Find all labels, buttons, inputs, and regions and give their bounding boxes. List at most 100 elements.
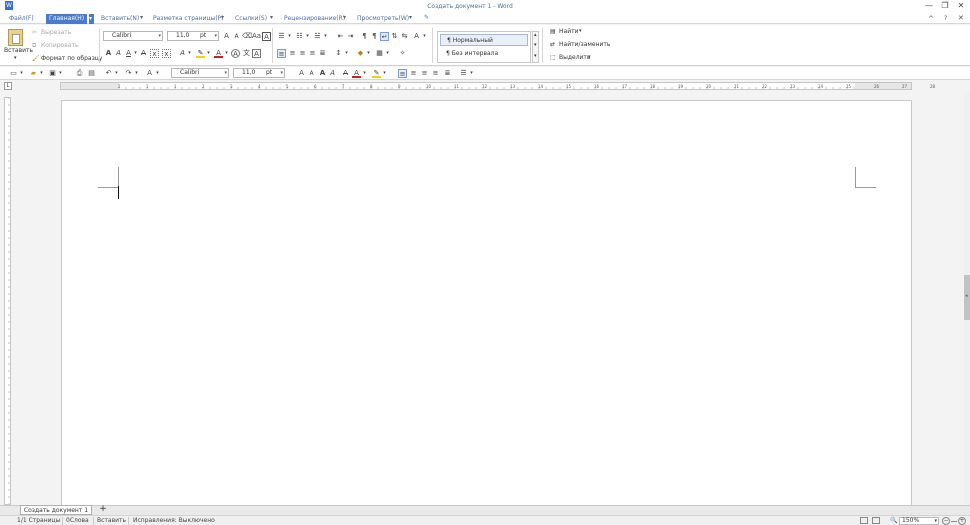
qat-justify-icon[interactable]: ≡ bbox=[431, 69, 440, 78]
qat-distributed-icon[interactable]: ≣ bbox=[443, 69, 452, 78]
format-painter-icon[interactable]: 🖌 bbox=[32, 55, 40, 62]
qat-align-left-icon[interactable]: ≡ bbox=[398, 69, 407, 78]
font-size-dropdown-icon[interactable]: ▾ bbox=[214, 32, 217, 40]
status-pages[interactable]: 1/1 Страницы bbox=[17, 517, 60, 525]
copy-button[interactable]: Копировать bbox=[41, 42, 78, 49]
zoom-dropdown-icon[interactable]: ▾ bbox=[934, 518, 937, 524]
replace-icon[interactable]: ⇄ bbox=[550, 41, 555, 48]
select-icon[interactable]: ⬚ bbox=[550, 54, 556, 61]
highlight-dropdown-icon[interactable]: ▾ bbox=[204, 49, 213, 58]
line-spacing-dropdown-icon[interactable]: ▾ bbox=[342, 49, 351, 58]
qat-font-color-dropdown-icon[interactable]: ▾ bbox=[360, 69, 369, 78]
font-size-combo[interactable]: 11,0 pt ▾ bbox=[167, 31, 219, 41]
style-normal[interactable]: ¶ Нормальный bbox=[440, 34, 528, 46]
show-marks-icon[interactable]: ↵ bbox=[380, 32, 389, 41]
styles-up-icon[interactable]: ▴ bbox=[534, 32, 537, 38]
help-icon[interactable]: ? bbox=[944, 15, 947, 22]
open-dropdown-icon[interactable]: ▾ bbox=[37, 69, 46, 78]
distributed-icon[interactable]: ≣ bbox=[318, 49, 327, 58]
font-color-dropdown-icon[interactable]: ▾ bbox=[222, 49, 231, 58]
close-button[interactable]: ✕ bbox=[954, 1, 968, 11]
change-case-icon[interactable]: Aa bbox=[252, 32, 261, 41]
sort-icon[interactable]: ⇅ bbox=[390, 32, 399, 41]
print-preview-icon[interactable]: ▤ bbox=[87, 69, 96, 78]
align-right-icon[interactable]: ≡ bbox=[298, 49, 307, 58]
status-track-changes[interactable]: Исправления: Выключено bbox=[133, 517, 215, 525]
menu-page-layout[interactable]: Разметка страницы(P) bbox=[153, 14, 224, 24]
phonetic-icon[interactable]: 文 bbox=[242, 49, 251, 58]
clear-format-icon[interactable]: ⌫ bbox=[242, 32, 252, 41]
menu-review[interactable]: Рецензирование(R) bbox=[284, 14, 345, 24]
multilevel-dropdown-icon[interactable]: ▾ bbox=[321, 32, 330, 41]
zoom-slider[interactable] bbox=[951, 521, 957, 522]
find-button[interactable]: Найти bbox=[559, 28, 578, 35]
qat-italic-icon[interactable]: A bbox=[328, 69, 337, 78]
select-button[interactable]: Выделить bbox=[559, 54, 590, 61]
cut-icon[interactable]: ✂ bbox=[32, 29, 37, 36]
redo-dropdown-icon[interactable]: ▾ bbox=[132, 69, 141, 78]
qat-font-combo[interactable]: Calibri ▾ bbox=[171, 68, 229, 78]
minimize-button[interactable]: — bbox=[922, 1, 936, 11]
replace-button[interactable]: Найти/заменить bbox=[559, 41, 610, 48]
align-left-icon[interactable]: ≡ bbox=[277, 49, 286, 58]
format-painter-button[interactable]: Формат по образцу bbox=[41, 55, 102, 62]
save-dropdown-icon[interactable]: ▾ bbox=[56, 69, 65, 78]
undo-dropdown-icon[interactable]: ▾ bbox=[112, 69, 121, 78]
menu-insert-dropdown-icon[interactable]: ▾ bbox=[140, 14, 143, 21]
qat-size-dropdown-icon[interactable]: ▾ bbox=[280, 69, 283, 77]
qat-align-right-icon[interactable]: ≡ bbox=[420, 69, 429, 78]
qat-size-combo[interactable]: 11,0 pt ▾ bbox=[233, 68, 285, 78]
document-tab[interactable]: Создать документ 1 bbox=[20, 505, 92, 515]
find-icon[interactable]: ▤ bbox=[550, 28, 556, 35]
subscript-icon[interactable]: x bbox=[162, 49, 171, 58]
menu-home-dropdown-icon[interactable]: ▾ bbox=[89, 14, 94, 24]
zoom-icon[interactable]: 🔍 bbox=[890, 517, 897, 525]
close-doc-icon[interactable]: ✕ bbox=[958, 14, 964, 22]
enclose-char-icon[interactable]: A bbox=[231, 49, 240, 58]
styles-more-icon[interactable]: ▾ bbox=[534, 53, 537, 59]
pin-icon[interactable]: ✎ bbox=[424, 14, 429, 21]
add-tab-button[interactable]: + bbox=[96, 505, 110, 515]
menu-references-dropdown-icon[interactable]: ▾ bbox=[270, 14, 273, 21]
qat-strike-icon[interactable]: A bbox=[341, 69, 350, 78]
zoom-out-icon[interactable]: − bbox=[942, 517, 950, 525]
qat-grow-font-icon[interactable]: A bbox=[297, 69, 306, 78]
text-direction-dropdown-icon[interactable]: ▾ bbox=[420, 32, 429, 41]
status-words[interactable]: 0Слова bbox=[66, 517, 89, 525]
superscript-icon[interactable]: x bbox=[150, 49, 159, 58]
menu-home[interactable]: Главная(H) bbox=[46, 14, 88, 24]
menu-insert[interactable]: Вставить(N) bbox=[101, 14, 139, 24]
numbering-dropdown-icon[interactable]: ▾ bbox=[303, 32, 312, 41]
align-center-icon[interactable]: ≡ bbox=[288, 49, 297, 58]
asian-layout-icon[interactable]: ⇆ bbox=[400, 32, 409, 41]
document-page[interactable] bbox=[61, 100, 912, 506]
menu-file[interactable]: Файл(F) bbox=[9, 14, 34, 24]
qat-align-center-icon[interactable]: ≡ bbox=[409, 69, 418, 78]
increase-indent-icon[interactable]: ⇥ bbox=[346, 32, 355, 41]
status-mode[interactable]: Вставить bbox=[97, 517, 126, 525]
new-doc-dropdown-icon[interactable]: ▾ bbox=[17, 69, 26, 78]
menu-view-dropdown-icon[interactable]: ▾ bbox=[409, 14, 412, 21]
vertical-ruler[interactable] bbox=[4, 97, 11, 505]
para-extra-icon[interactable]: ✧ bbox=[398, 49, 407, 58]
bullets-dropdown-icon[interactable]: ▾ bbox=[285, 32, 294, 41]
font-combo[interactable]: Calibri ▾ bbox=[103, 31, 163, 41]
scroll-arrow-icon[interactable]: ◂ bbox=[965, 293, 968, 299]
italic-icon[interactable]: A bbox=[114, 49, 123, 58]
strikethrough-icon[interactable]: A bbox=[139, 49, 148, 58]
menu-view[interactable]: Просмотреть(W) bbox=[357, 14, 409, 24]
collapse-ribbon-icon[interactable]: ^ bbox=[928, 15, 934, 23]
qat-bold-icon[interactable]: A bbox=[318, 69, 327, 78]
paste-dropdown-icon[interactable]: ▾ bbox=[14, 55, 17, 61]
char-border-icon[interactable]: A bbox=[262, 32, 271, 41]
bold-icon[interactable]: A bbox=[104, 49, 113, 58]
style-qat-dropdown-icon[interactable]: ▾ bbox=[153, 69, 162, 78]
char-shading-icon[interactable]: A bbox=[252, 49, 261, 58]
web-layout-icon[interactable] bbox=[872, 517, 880, 524]
qat-para-dropdown-icon[interactable]: ▾ bbox=[467, 69, 476, 78]
clipboard-icon[interactable] bbox=[8, 29, 23, 46]
styles-down-icon[interactable]: ▾ bbox=[534, 42, 537, 48]
justify-icon[interactable]: ≡ bbox=[308, 49, 317, 58]
borders-dropdown-icon[interactable]: ▾ bbox=[383, 49, 392, 58]
text-effects-dropdown-icon[interactable]: ▾ bbox=[185, 49, 194, 58]
